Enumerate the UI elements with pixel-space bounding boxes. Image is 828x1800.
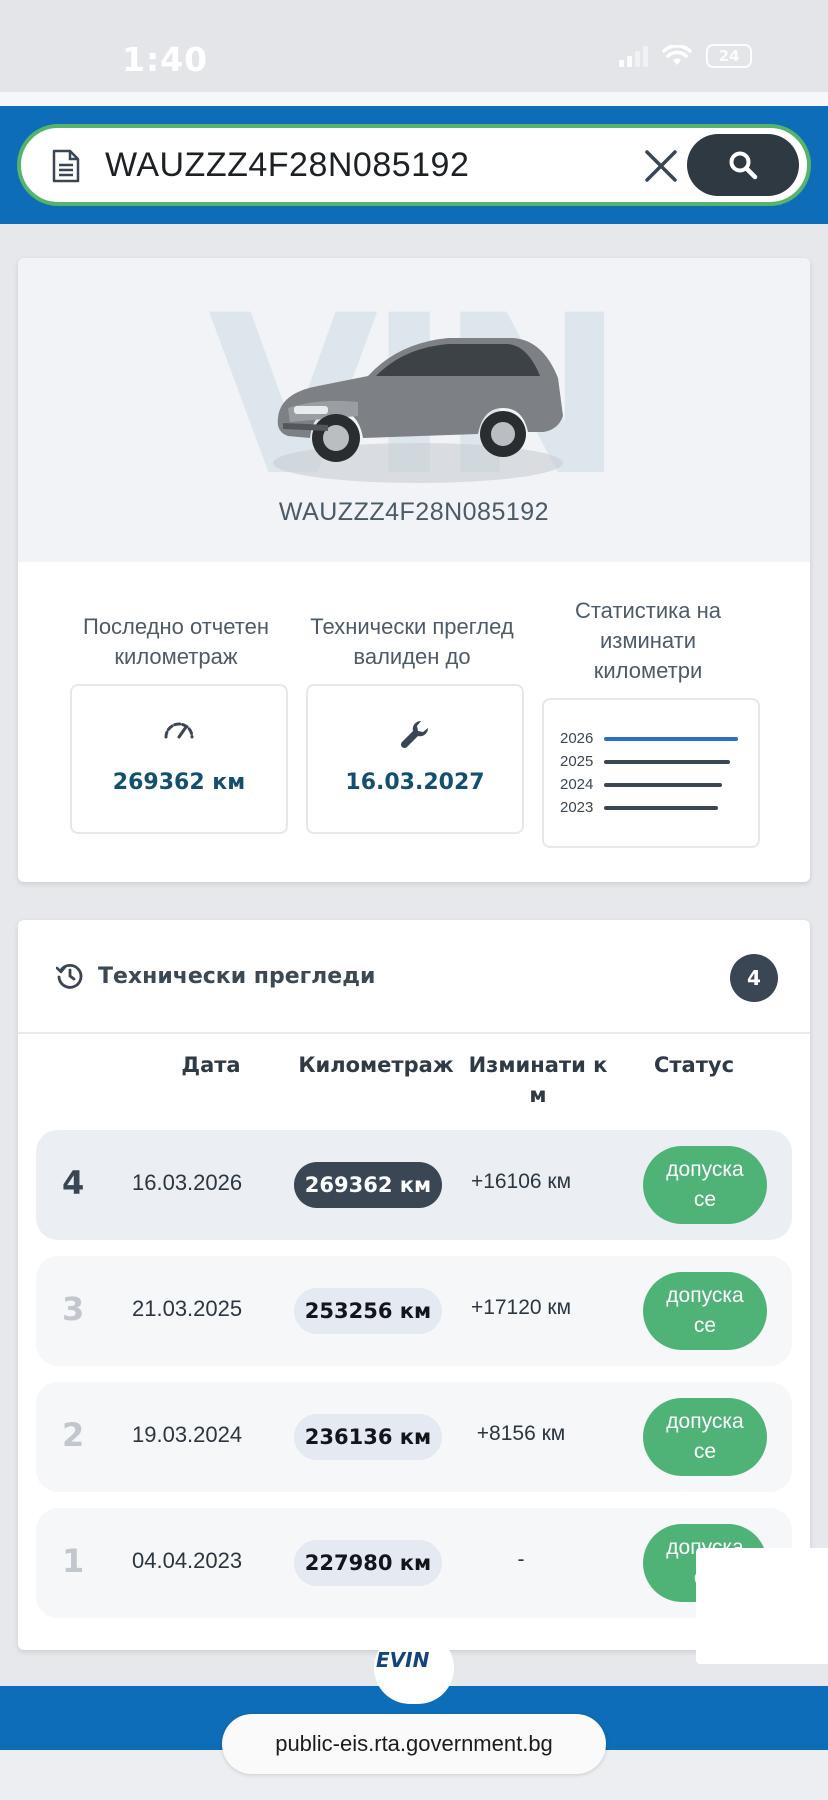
status-badge: допуска се	[643, 1272, 767, 1350]
mini-chart-bar	[604, 736, 738, 741]
mileage-stats: Статистика на изминати километри 2026 20…	[530, 562, 766, 848]
mileage-title-line2: километраж	[114, 644, 238, 669]
inspection-validity-value: 16.03.2027	[345, 770, 485, 795]
row-diff: +17120 км	[470, 1296, 572, 1319]
status-time: 1:40	[122, 40, 209, 79]
search-input[interactable]: WAUZZZ4F28N085192	[105, 146, 469, 185]
status-badge-line2: се	[693, 1314, 717, 1337]
row-index: 3	[62, 1290, 85, 1328]
mileage-title-line1: Последно отчетен	[83, 614, 269, 639]
mini-chart-bar	[604, 759, 730, 764]
mini-chart-row: 2026	[560, 730, 738, 747]
cellular-signal-icon	[619, 45, 648, 67]
evin-logo: EVIN	[376, 1648, 430, 1672]
document-icon	[52, 149, 80, 183]
row-diff: -	[517, 1548, 525, 1571]
column-header-mileage: Километраж	[298, 1053, 454, 1077]
mini-chart-row: 2023	[560, 799, 718, 816]
inspections-header: Технически прегледи 4	[18, 920, 810, 1034]
row-index: 1	[62, 1542, 85, 1580]
inspection-validity-title-line2: валиден до	[353, 644, 471, 669]
row-index: 4	[62, 1164, 85, 1202]
mileage-stat: Последно отчетен километраж 269362 км	[58, 562, 294, 834]
row-mileage: 236136 км	[294, 1414, 442, 1460]
inspection-validity-title: Технически преглед валиден до	[294, 612, 530, 672]
table-row[interactable]: 2 19.03.2024 236136 км +8156 км допуска …	[36, 1382, 792, 1492]
history-icon	[56, 963, 83, 989]
mileage-box: 269362 км	[70, 684, 288, 834]
column-header-date: Дата	[181, 1053, 241, 1077]
status-badge-line1: допуска	[666, 1284, 744, 1307]
status-badge-line1: допуска	[666, 1158, 744, 1181]
status-icons: 24	[619, 44, 752, 68]
inspection-validity-stat: Технически преглед валиден до 16.03.2027	[294, 562, 530, 834]
inspections-card: Технически прегледи 4 Дата Километраж Из…	[18, 920, 810, 1650]
row-date: 19.03.2024	[132, 1422, 243, 1447]
close-icon[interactable]	[641, 146, 681, 186]
status-badge-line1: допуска	[666, 1410, 744, 1433]
mileage-stats-title-line1: Статистика на	[574, 598, 722, 623]
side-panel-edge	[696, 1548, 828, 1664]
mini-chart-bar	[604, 782, 722, 787]
inspection-validity-box: 16.03.2027	[306, 684, 524, 834]
search-button[interactable]	[687, 134, 799, 196]
mini-chart-year: 2026	[560, 730, 594, 747]
mileage-value: 269362 км	[112, 770, 246, 795]
row-index: 2	[62, 1416, 85, 1454]
mini-chart-year: 2024	[560, 776, 594, 793]
inspections-count-badge: 4	[730, 954, 778, 1002]
table-row[interactable]: 4 16.03.2026 269362 км +16106 км допуска…	[36, 1130, 792, 1240]
status-badge: допуска се	[643, 1146, 767, 1224]
mini-chart-row: 2025	[560, 753, 730, 770]
row-diff: +16106 км	[470, 1170, 572, 1193]
mileage-stats-title-line2: изминати	[599, 628, 697, 653]
vehicle-card: VIN WAUZZZ4F28N085192 Последно отчетен к…	[18, 258, 810, 882]
row-diff: +8156 км	[476, 1422, 566, 1445]
speedometer-icon	[164, 722, 194, 739]
status-badge-line2: се	[693, 1188, 717, 1211]
car-image	[273, 338, 563, 483]
row-date: 16.03.2026	[132, 1170, 243, 1195]
column-header-status: Статус	[653, 1053, 735, 1077]
mini-chart-year: 2025	[560, 753, 594, 770]
mini-chart-row: 2024	[560, 776, 722, 793]
inspection-validity-title-line1: Технически преглед	[310, 614, 514, 639]
mileage-stats-title: Статистика на изминати километри	[530, 596, 766, 686]
table-row[interactable]: 1 04.04.2023 227980 км - допуска се	[36, 1508, 792, 1618]
mini-chart-bar	[604, 805, 718, 810]
page-top-strip	[0, 92, 828, 106]
wrench-icon	[400, 720, 429, 749]
vin-label: WAUZZZ4F28N085192	[278, 498, 550, 526]
search-band: WAUZZZ4F28N085192	[0, 106, 828, 224]
vehicle-hero: VIN WAUZZZ4F28N085192	[18, 258, 810, 562]
mileage-title: Последно отчетен километраж	[58, 612, 294, 672]
row-mileage: 253256 км	[294, 1288, 442, 1334]
row-date: 21.03.2025	[132, 1296, 243, 1321]
mileage-stats-title-line3: километри	[593, 658, 703, 683]
column-header-traveled-line1: Изминати к	[468, 1053, 608, 1077]
column-header-traveled: Изминати к м	[448, 1050, 628, 1110]
mileage-stats-button[interactable]: 2026 2025 2024 2023	[542, 698, 760, 848]
search-box[interactable]: WAUZZZ4F28N085192	[17, 124, 811, 206]
row-mileage: 269362 км	[294, 1162, 442, 1208]
search-icon	[729, 151, 758, 180]
mini-chart-year: 2023	[560, 799, 594, 816]
row-date: 04.04.2023	[132, 1548, 243, 1573]
address-bar[interactable]: public-eis.rta.government.bg	[222, 1714, 606, 1774]
status-badge: допуска се	[643, 1398, 767, 1476]
table-row[interactable]: 3 21.03.2025 253256 км +17120 км допуска…	[36, 1256, 792, 1366]
inspections-title: Технически прегледи	[98, 964, 376, 989]
column-header-traveled-line2: м	[529, 1083, 547, 1107]
row-mileage: 227980 км	[294, 1540, 442, 1586]
status-badge-line2: се	[693, 1440, 717, 1463]
wifi-icon	[662, 45, 692, 65]
status-bar: 1:40 24	[0, 0, 828, 92]
battery-icon: 24	[706, 44, 752, 68]
